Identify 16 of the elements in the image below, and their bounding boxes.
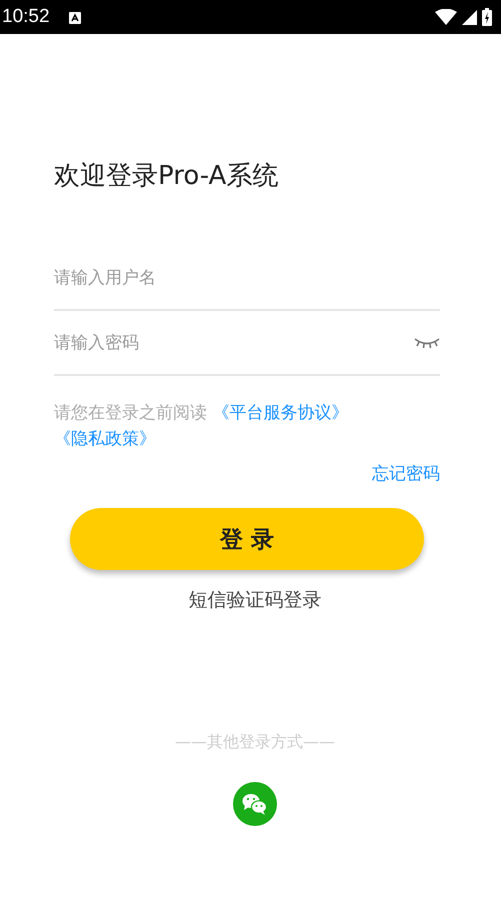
battery-icon [482, 8, 492, 26]
forgot-password-link[interactable]: 忘记密码 [372, 462, 440, 486]
status-time: 10:52 [2, 6, 50, 28]
signal-icon [462, 10, 477, 24]
wechat-login-icon[interactable] [233, 782, 277, 826]
wifi-icon [435, 9, 457, 25]
page-title: 欢迎登录Pro-A系统 [54, 160, 280, 193]
sms-login-link[interactable]: 短信验证码登录 [188, 586, 322, 614]
agreement-link[interactable]: 《隐私政策》 [54, 429, 156, 449]
agreement-text: 请您在登录之前阅读 《平台服务协议》 《隐私政策》 [54, 402, 350, 451]
login-button[interactable]: 登 录 [70, 508, 424, 570]
password-field[interactable]: 请输入密码 [54, 332, 414, 352]
notification-icon [68, 12, 81, 24]
closed-eye-icon[interactable] [414, 336, 440, 350]
username-field[interactable]: 请输入用户名 [54, 268, 440, 288]
agreement-link[interactable]: 《平台服务协议》 [212, 403, 348, 423]
